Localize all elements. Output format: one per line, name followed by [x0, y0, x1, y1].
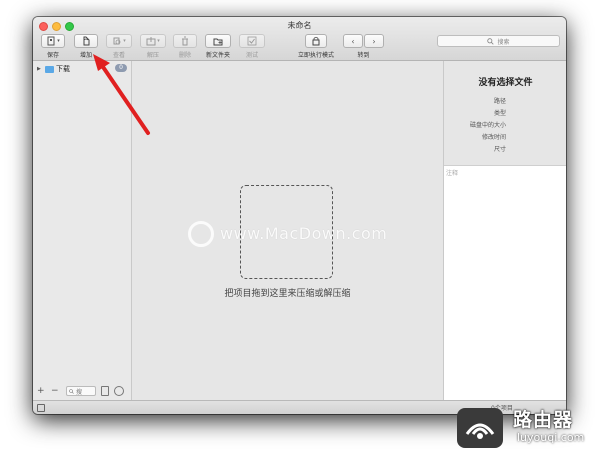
folder-icon: [45, 65, 54, 73]
save-label: 保存: [46, 52, 59, 59]
watermark-logo-icon: [188, 221, 214, 247]
corner-logo-url: luyouqi.com: [517, 431, 585, 444]
window-title: 未命名: [287, 21, 312, 30]
delete-button[interactable]: [173, 34, 197, 48]
sidebar-item-downloads[interactable]: ▶ 下载 0: [37, 64, 129, 74]
new-folder-icon: [213, 38, 223, 46]
test-button[interactable]: [239, 34, 265, 48]
sidebar: ▶ 下载 0 + − 搜: [33, 61, 132, 400]
archive-toggle-icon[interactable]: [101, 386, 109, 396]
search-icon: [69, 388, 74, 394]
back-button[interactable]: ‹: [343, 34, 363, 48]
file-list-area[interactable]: www.MacDown.com 把项目拖到这里来压缩或解压缩: [132, 61, 443, 400]
dropdown-chevron-icon: ▾: [157, 38, 160, 44]
info-field-modified: 修改时间: [481, 134, 506, 141]
notes-placeholder: 注释: [446, 170, 459, 177]
immediate-mode-label: 立即执行模式: [297, 52, 334, 59]
lock-icon: [312, 36, 320, 46]
search-placeholder: 搜索: [497, 38, 510, 46]
add-label: 增加: [79, 52, 92, 59]
sidebar-search-input[interactable]: 搜: [66, 386, 96, 396]
info-field-path: 路径: [493, 98, 506, 105]
view-label: 查看: [112, 52, 125, 59]
delete-label: 删除: [178, 52, 191, 59]
view-icon: [113, 37, 121, 45]
info-field-type: 类型: [493, 110, 506, 117]
search-icon: [487, 37, 495, 45]
add-button[interactable]: [74, 34, 98, 48]
new-folder-button[interactable]: [205, 34, 231, 48]
info-field-dimensions: 尺寸: [493, 146, 506, 153]
view-button[interactable]: ▾: [106, 34, 132, 48]
chevron-right-icon: ›: [372, 36, 376, 46]
dropdown-chevron-icon: ▾: [57, 38, 60, 44]
corner-logo-name: 路由器: [513, 409, 574, 431]
sidebar-search-placeholder: 搜: [76, 388, 83, 396]
extract-button[interactable]: ▾: [140, 34, 166, 48]
disclosure-triangle-icon[interactable]: ▶: [37, 66, 45, 72]
new-folder-label: 新文件夹: [205, 52, 230, 59]
sidebar-toggle-icon[interactable]: [37, 404, 45, 412]
goto-label: 转到: [357, 52, 370, 59]
immediate-mode-button[interactable]: [305, 34, 327, 48]
add-file-icon: [83, 36, 90, 46]
add-location-button[interactable]: +: [37, 386, 45, 396]
sidebar-footer: + − 搜: [33, 382, 132, 400]
preview-toggle-icon[interactable]: [114, 386, 124, 396]
remove-location-button[interactable]: −: [51, 386, 59, 396]
chevron-left-icon: ‹: [351, 36, 355, 46]
search-input[interactable]: 搜索: [437, 35, 560, 47]
drop-zone[interactable]: [240, 185, 333, 279]
forward-button[interactable]: ›: [364, 34, 384, 48]
archive-window: 未命名 ▾ 保存 增加 ▾ 查看 ▾ 解压 删除 新文件夹 测试 立即执行模式 …: [33, 17, 566, 414]
sidebar-item-label: 下载: [56, 65, 70, 73]
info-panel: 没有选择文件 路径 类型 磁盘中的大小 修改时间 尺寸 注释: [443, 61, 566, 400]
checkmark-icon: [247, 36, 257, 46]
save-button[interactable]: ▾: [41, 34, 65, 48]
corner-logo: 路由器 luyouqi.com: [455, 403, 600, 463]
dropdown-chevron-icon: ▾: [123, 38, 126, 44]
toolbar: 未命名 ▾ 保存 增加 ▾ 查看 ▾ 解压 删除 新文件夹 测试 立即执行模式 …: [33, 17, 566, 61]
info-field-size-on-disk: 磁盘中的大小: [469, 122, 506, 129]
info-title: 没有选择文件: [478, 78, 533, 88]
test-label: 测试: [245, 52, 258, 59]
drop-hint-text: 把项目拖到这里来压缩或解压缩: [224, 289, 351, 299]
archive-icon: [47, 36, 55, 46]
trash-icon: [182, 36, 188, 46]
router-logo-icon: [457, 408, 503, 448]
extract-label: 解压: [146, 52, 159, 59]
notes-field[interactable]: 注释: [444, 165, 566, 400]
count-badge: 0: [115, 64, 127, 72]
extract-icon: [146, 37, 156, 46]
